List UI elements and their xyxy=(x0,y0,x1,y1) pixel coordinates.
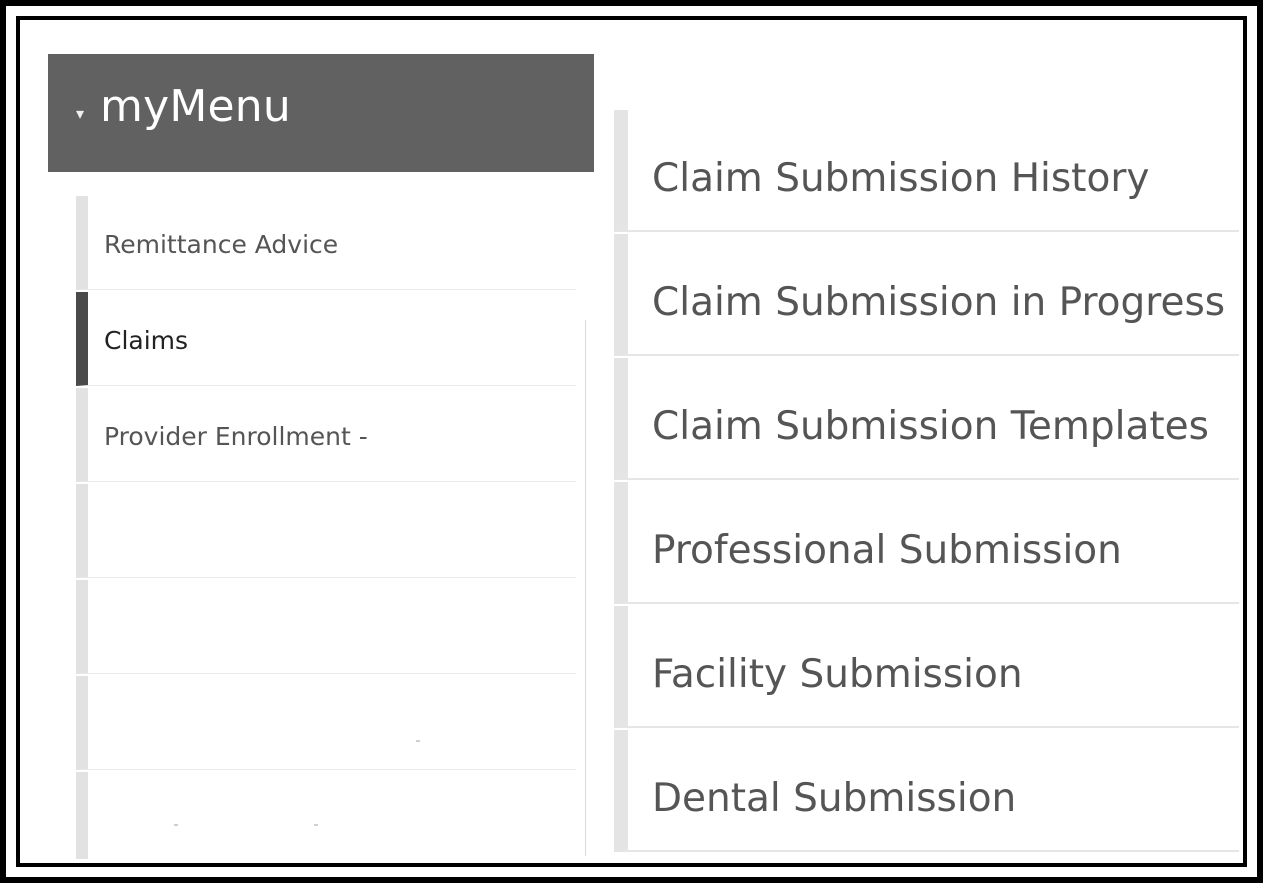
menu-item-remittance-advice[interactable]: Remittance Advice xyxy=(76,196,576,290)
mymenu-title: myMenu xyxy=(100,80,291,132)
submenu-item-label: Claim Submission Templates xyxy=(652,404,1209,449)
submenu-item-claim-submission-in-progress[interactable]: Claim Submission in Progress xyxy=(614,234,1239,356)
menu-item-label: Remittance Advice xyxy=(104,230,339,259)
menu-item-label: Provider Enrollment - xyxy=(104,422,368,451)
submenu-item-facility-submission[interactable]: Facility Submission xyxy=(614,606,1239,728)
menu-item-blank[interactable] xyxy=(76,772,576,859)
caret-down-icon: ▾ xyxy=(76,103,85,123)
menu-item-claims[interactable]: Claims xyxy=(76,292,576,386)
mymenu-header[interactable]: ▾ myMenu xyxy=(48,54,594,172)
submenu-item-label: Claim Submission in Progress xyxy=(652,280,1226,325)
submenu-item-claim-submission-templates[interactable]: Claim Submission Templates xyxy=(614,358,1239,480)
menu-item-label: Claims xyxy=(104,326,189,355)
divider xyxy=(174,824,178,826)
submenu-item-label: Professional Submission xyxy=(652,528,1122,573)
submenu-item-label: Dental Submission xyxy=(652,776,1017,821)
menu-divider xyxy=(585,320,586,856)
divider xyxy=(416,740,420,742)
submenu-item-claim-submission-history[interactable]: Claim Submission History xyxy=(614,110,1239,232)
screenshot-canvas: ▾ myMenu Remittance Advice Claims Provid… xyxy=(24,24,1239,859)
menu-item-blank[interactable] xyxy=(76,676,576,770)
menu-item-provider-enrollment[interactable]: Provider Enrollment - xyxy=(76,388,576,482)
menu-item-blank[interactable] xyxy=(76,580,576,674)
divider xyxy=(314,824,318,826)
submenu-item-professional-submission[interactable]: Professional Submission xyxy=(614,482,1239,604)
submenu-item-dental-submission[interactable]: Dental Submission xyxy=(614,730,1239,852)
submenu-item-label: Claim Submission History xyxy=(652,156,1150,201)
submenu-item-label: Facility Submission xyxy=(652,652,1023,697)
menu-item-blank[interactable] xyxy=(76,484,576,578)
